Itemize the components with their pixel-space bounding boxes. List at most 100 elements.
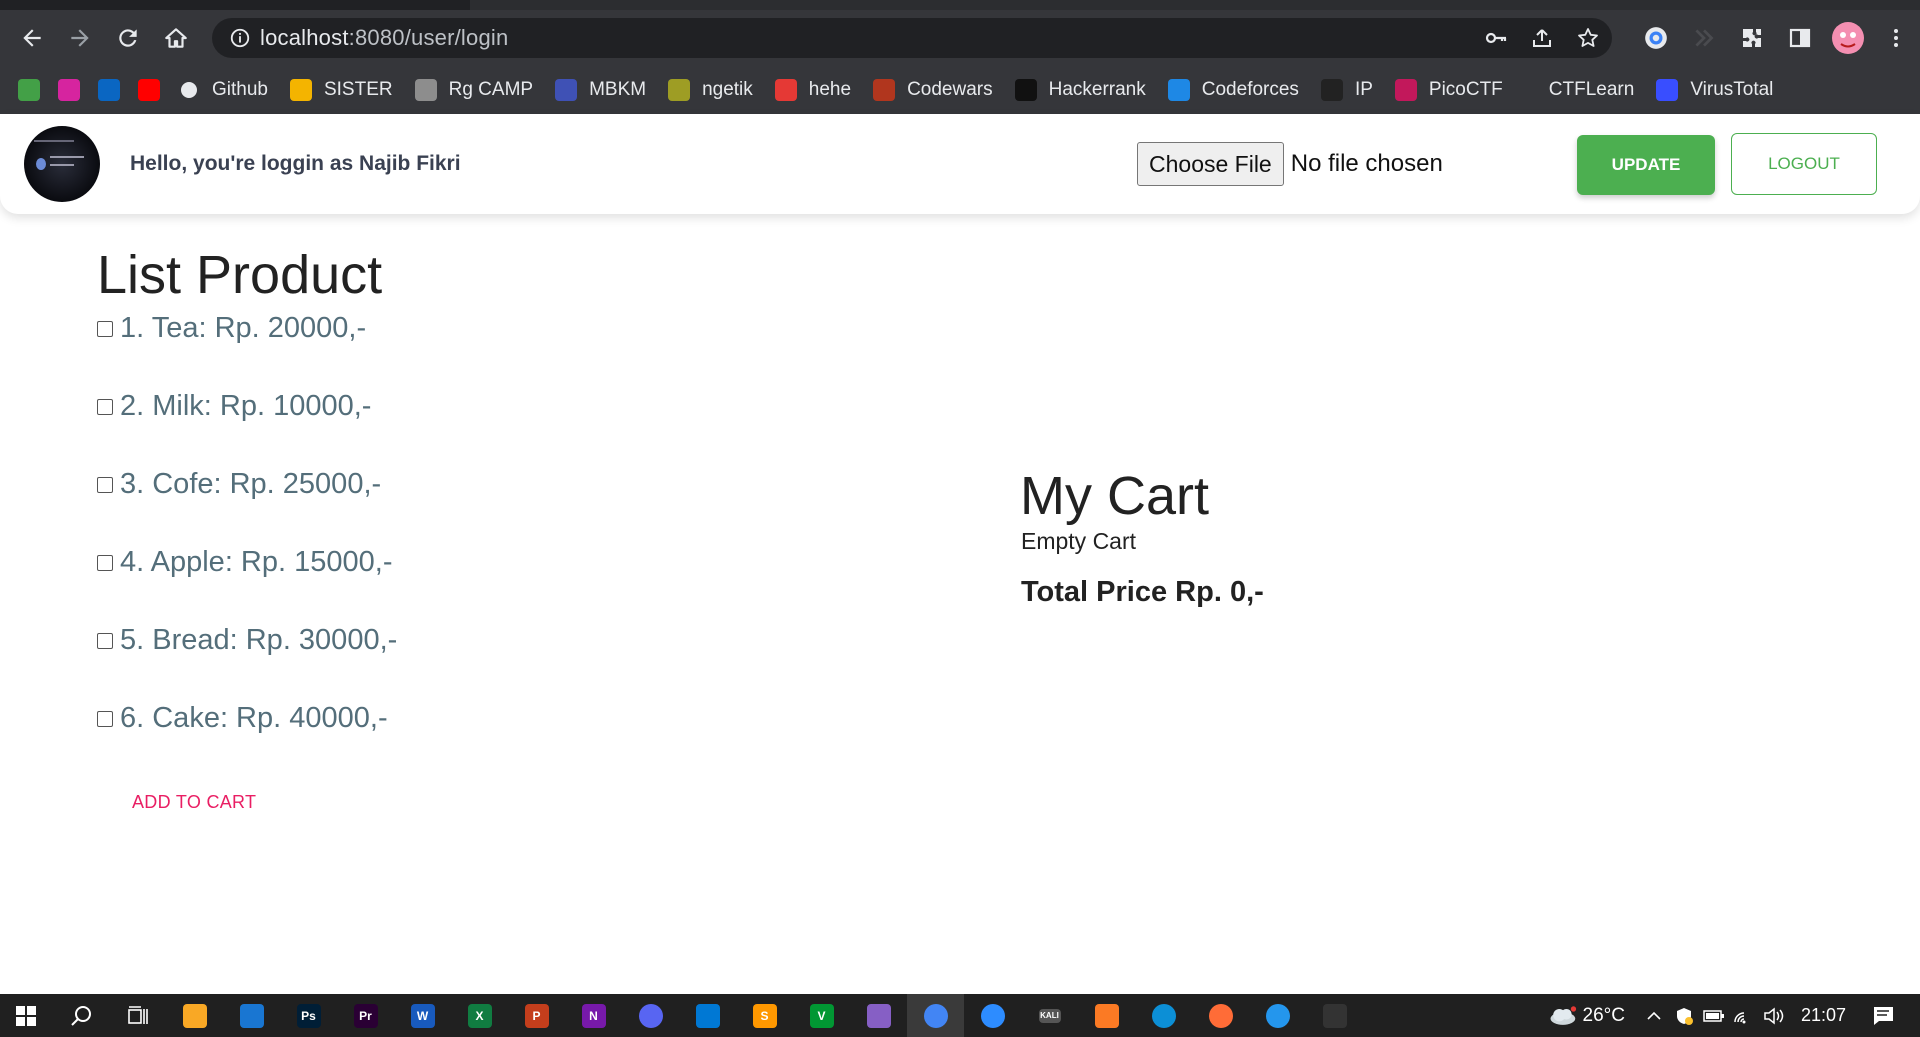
- taskbar-app[interactable]: [1078, 994, 1135, 1037]
- bookmark-item[interactable]: CTFLearn: [1549, 70, 1635, 110]
- choose-file-button[interactable]: Choose File: [1137, 142, 1284, 186]
- product-label: 6. Cake: Rp. 40000,-: [120, 702, 388, 734]
- volume-icon[interactable]: [1759, 1006, 1789, 1025]
- star-icon[interactable]: [1574, 24, 1602, 52]
- arrow-left-icon: [23, 29, 41, 47]
- taskbar-app[interactable]: [850, 994, 907, 1037]
- product-checkbox[interactable]: [97, 320, 113, 337]
- site-info-icon[interactable]: [220, 27, 260, 49]
- temperature-text[interactable]: 26°C: [1583, 1005, 1625, 1027]
- key-icon[interactable]: [1482, 24, 1510, 52]
- bookmark-item[interactable]: Github: [178, 70, 268, 110]
- chevron-up-icon[interactable]: [1639, 1008, 1669, 1024]
- product-checkbox[interactable]: [97, 398, 113, 415]
- bookmark-label: IP: [1354, 79, 1373, 100]
- bookmark-item[interactable]: [58, 70, 80, 110]
- taskbar-app[interactable]: X: [451, 994, 508, 1037]
- bookmark-item[interactable]: SISTER: [289, 70, 393, 110]
- product-item[interactable]: 1. Tea: Rp. 20000,-: [97, 312, 366, 345]
- address-bar[interactable]: localhost:8080/user/login: [212, 18, 1612, 58]
- taskbar-app[interactable]: [679, 994, 736, 1037]
- product-checkbox[interactable]: [97, 554, 113, 571]
- file-input[interactable]: Choose File No file chosen: [1137, 142, 1443, 186]
- battery-icon[interactable]: [1699, 1008, 1729, 1024]
- bookmark-item[interactable]: PicoCTF: [1394, 70, 1503, 110]
- bookmark-item[interactable]: [98, 70, 120, 110]
- product-checkbox[interactable]: [97, 632, 113, 649]
- wifi-icon[interactable]: [1729, 1007, 1759, 1025]
- hackerrank-icon: [1014, 79, 1037, 101]
- sublime-icon: S: [752, 1003, 777, 1028]
- logout-button[interactable]: LOGOUT: [1731, 133, 1877, 195]
- mail-icon: [239, 1003, 264, 1028]
- side-panel-icon[interactable]: [1776, 14, 1824, 62]
- notification-icon[interactable]: [1868, 1005, 1898, 1027]
- task-view-icon: [127, 1005, 148, 1024]
- product-item[interactable]: 6. Cake: Rp. 40000,-: [97, 702, 388, 735]
- taskbar-app[interactable]: [622, 994, 679, 1037]
- product-item[interactable]: 3. Cofe: Rp. 25000,-: [97, 468, 381, 501]
- weather-cloud-icon[interactable]: [1547, 1004, 1577, 1028]
- taskbar-app[interactable]: [1249, 994, 1306, 1037]
- globe-icon: [1320, 79, 1343, 101]
- video-icon: [774, 79, 797, 101]
- security-shield-icon[interactable]: [1669, 1006, 1699, 1026]
- share-icon[interactable]: [1528, 24, 1556, 52]
- product-label: 4. Apple: Rp. 15000,-: [120, 546, 393, 578]
- menu-kebab-icon[interactable]: [1872, 14, 1920, 62]
- bookmark-item[interactable]: [138, 70, 160, 110]
- extension-circle-icon[interactable]: [1632, 14, 1680, 62]
- taskbar-app[interactable]: V: [793, 994, 850, 1037]
- reload-button[interactable]: [104, 14, 152, 62]
- bookmark-item[interactable]: Codeforces: [1167, 70, 1299, 110]
- product-item[interactable]: 4. Apple: Rp. 15000,-: [97, 546, 392, 579]
- taskbar-app[interactable]: N: [565, 994, 622, 1037]
- taskbar-app[interactable]: S: [736, 994, 793, 1037]
- bookmark-label: Hackerrank: [1048, 79, 1146, 100]
- picoctf-icon: [1394, 79, 1417, 101]
- add-to-cart-button[interactable]: ADD TO CART: [132, 792, 256, 813]
- url-text[interactable]: localhost:8080/user/login: [260, 25, 508, 51]
- clock-text[interactable]: 21:07: [1801, 1005, 1846, 1026]
- bookmark-item[interactable]: MBKM: [555, 70, 646, 110]
- taskbar-app[interactable]: KALI: [1021, 994, 1078, 1037]
- onenote-icon: N: [581, 1003, 606, 1028]
- taskbar-app[interactable]: [1135, 994, 1192, 1037]
- product-checkbox[interactable]: [97, 476, 113, 493]
- taskbar-app[interactable]: Ps: [280, 994, 337, 1037]
- extension-chevrons-icon[interactable]: [1680, 14, 1728, 62]
- taskbar-app[interactable]: [964, 994, 1021, 1037]
- bookmark-item[interactable]: Codewars: [873, 70, 993, 110]
- home-button[interactable]: [152, 14, 200, 62]
- bookmark-item[interactable]: hehe: [774, 70, 851, 110]
- bookmark-item[interactable]: VirusTotal: [1656, 70, 1773, 110]
- bookmark-item[interactable]: Hackerrank: [1014, 70, 1146, 110]
- taskbar-app[interactable]: [223, 994, 280, 1037]
- taskbar-app[interactable]: [166, 994, 223, 1037]
- product-item[interactable]: 2. Milk: Rp. 10000,-: [97, 390, 371, 423]
- update-button[interactable]: UPDATE: [1577, 135, 1715, 195]
- url-host: localhost: [260, 25, 349, 50]
- forward-button[interactable]: [56, 14, 104, 62]
- linkedin-icon: [98, 79, 120, 101]
- taskbar-app[interactable]: [1192, 994, 1249, 1037]
- product-checkbox[interactable]: [97, 710, 113, 727]
- back-button[interactable]: [8, 14, 56, 62]
- bookmark-item[interactable]: ngetik: [668, 70, 753, 110]
- bookmark-item[interactable]: IP: [1320, 70, 1373, 110]
- taskbar-app[interactable]: [907, 994, 964, 1037]
- search-button[interactable]: [52, 994, 109, 1037]
- url-path: :8080/user/login: [348, 25, 509, 50]
- bookmark-item[interactable]: Rg CAMP: [414, 70, 533, 110]
- bookmark-label: MBKM: [589, 79, 647, 100]
- task-view-button[interactable]: [109, 994, 166, 1037]
- taskbar-app[interactable]: W: [394, 994, 451, 1037]
- start-button[interactable]: [0, 994, 52, 1037]
- taskbar-app[interactable]: Pr: [337, 994, 394, 1037]
- product-item[interactable]: 5. Bread: Rp. 30000,-: [97, 624, 397, 657]
- taskbar-app[interactable]: P: [508, 994, 565, 1037]
- puzzle-icon[interactable]: [1728, 14, 1776, 62]
- bookmark-item[interactable]: [18, 70, 40, 110]
- profile-avatar-icon[interactable]: [1824, 14, 1872, 62]
- taskbar-app[interactable]: [1306, 994, 1363, 1037]
